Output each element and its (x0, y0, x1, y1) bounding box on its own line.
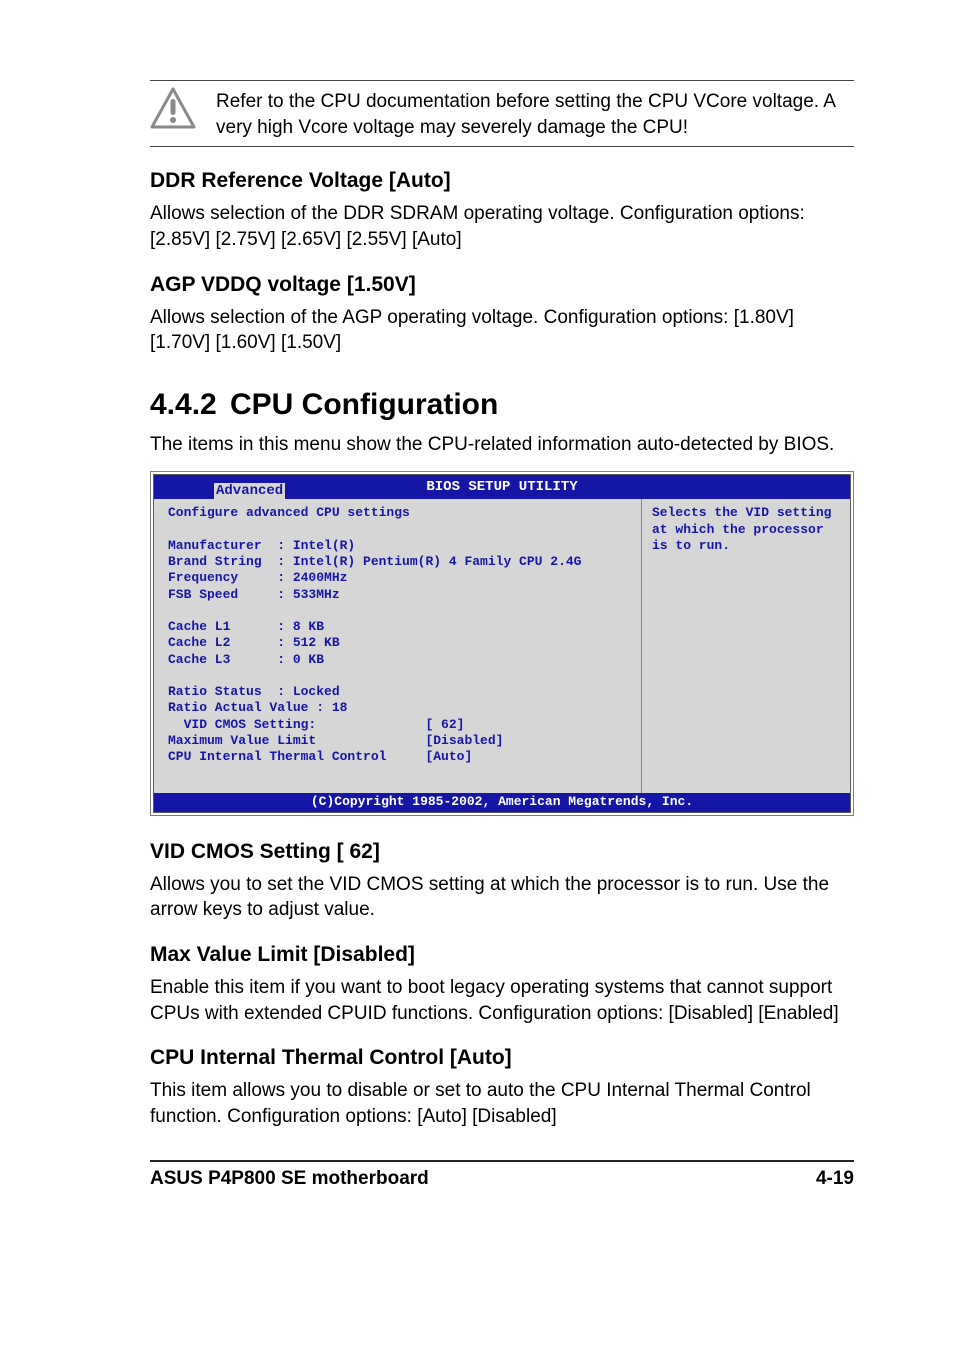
bios-config-heading: Configure advanced CPU settings (168, 505, 410, 520)
rule-top (150, 80, 854, 81)
para-cpu-intro: The items in this menu show the CPU-rela… (150, 432, 854, 458)
bios-screenshot: BIOS SETUP UTILITY Advanced Configure ad… (150, 471, 854, 815)
para-vid: Allows you to set the VID CMOS setting a… (150, 872, 854, 923)
bios-left-panel: Configure advanced CPU settings Manufact… (154, 499, 642, 793)
footer-rule (150, 1160, 854, 1162)
rule-under-warning (150, 146, 854, 147)
heading-ddr: DDR Reference Voltage [Auto] (150, 169, 854, 193)
warning-callout: Refer to the CPU documentation before se… (150, 87, 854, 140)
heading-number: 4.4.2 (150, 388, 230, 422)
bios-help-panel: Selects the VID setting at which the pro… (642, 499, 850, 793)
heading-vid: VID CMOS Setting [ 62] (150, 840, 854, 864)
para-citc: This item allows you to disable or set t… (150, 1078, 854, 1129)
footer-right: 4-19 (816, 1168, 854, 1190)
bios-titlebar: BIOS SETUP UTILITY Advanced (154, 475, 850, 499)
warning-icon (150, 87, 196, 129)
heading-agp: AGP VDDQ voltage [1.50V] (150, 273, 854, 297)
heading-title: CPU Configuration (230, 388, 498, 421)
heading-cpu-config: 4.4.2CPU Configuration (150, 388, 854, 422)
page-footer: ASUS P4P800 SE motherboard 4-19 (150, 1168, 854, 1190)
bios-tab-advanced: Advanced (214, 483, 285, 501)
para-maxval: Enable this item if you want to boot leg… (150, 975, 854, 1026)
para-ddr: Allows selection of the DDR SDRAM operat… (150, 201, 854, 252)
heading-citc: CPU Internal Thermal Control [Auto] (150, 1046, 854, 1070)
bios-copyright: (C)Copyright 1985-2002, American Megatre… (154, 793, 850, 811)
heading-maxval: Max Value Limit [Disabled] (150, 943, 854, 967)
footer-left: ASUS P4P800 SE motherboard (150, 1168, 429, 1190)
warning-text: Refer to the CPU documentation before se… (216, 87, 854, 140)
bios-info-block: Manufacturer : Intel(R) Brand String : I… (168, 538, 581, 764)
para-agp: Allows selection of the AGP operating vo… (150, 305, 854, 356)
